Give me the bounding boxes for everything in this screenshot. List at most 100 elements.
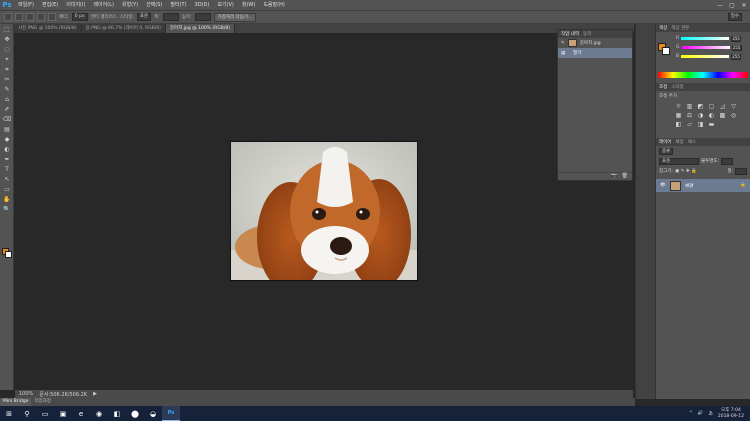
status-menu-icon[interactable]: ▶ <box>93 391 97 397</box>
taskbar-app-icon[interactable]: ◉ <box>90 406 108 421</box>
add-selection-icon[interactable] <box>26 13 34 21</box>
menu-item[interactable]: 3D(D) <box>191 0 214 10</box>
tool-icon[interactable]: 🔍 <box>2 205 12 214</box>
document-tab[interactable]: 용.PNG @ 66.7% (레이어 0, RGB/8) <box>81 24 166 33</box>
layer-kind-select[interactable]: 종류 <box>659 147 674 155</box>
tool-icon[interactable]: ⌂ <box>2 95 12 104</box>
tab-swatches[interactable]: 색상 견본 <box>671 25 689 31</box>
layer-row[interactable]: 👁 배경 🔒 <box>656 179 750 192</box>
camera-icon[interactable]: 📷 <box>611 173 617 180</box>
adjustment-icon[interactable]: ◧ <box>674 121 683 128</box>
puppy-photo[interactable] <box>230 141 418 281</box>
tab-adjustments[interactable]: 조정 <box>659 84 667 90</box>
adjustment-icon[interactable]: ▱ <box>685 121 694 128</box>
opacity-input[interactable] <box>721 157 734 165</box>
menu-item[interactable]: 필터(T) <box>166 0 190 10</box>
tool-icon[interactable]: ◆ <box>2 135 12 144</box>
layer-name[interactable]: 배경 <box>685 183 693 189</box>
trash-icon[interactable]: 🗑 <box>622 173 628 180</box>
taskbar-app-icon[interactable]: Ps <box>162 406 180 421</box>
menu-item[interactable]: 레이어(L) <box>89 0 118 10</box>
adjustment-icon[interactable]: ☼ <box>674 103 683 110</box>
ime-icon[interactable]: あ <box>708 411 713 417</box>
adjustment-icon[interactable]: ⚖ <box>685 112 694 119</box>
tool-icon[interactable]: ✂ <box>2 75 12 84</box>
adjustment-icon[interactable]: ◨ <box>696 121 705 128</box>
tool-icon[interactable]: ✥ <box>2 35 12 44</box>
fill-input[interactable] <box>735 167 747 175</box>
channel-slider[interactable] <box>681 55 730 58</box>
channel-value[interactable]: 255 <box>731 53 742 60</box>
tab-actions[interactable]: 동작 <box>583 31 591 37</box>
mini-bridge-tab[interactable]: Mini Bridge <box>0 398 32 406</box>
tab-channels[interactable]: 채널 <box>675 139 683 145</box>
history-item[interactable]: ▤ 열기 <box>558 48 632 58</box>
minimize-icon[interactable]: — <box>714 2 726 9</box>
channel-slider[interactable] <box>681 37 730 40</box>
background-color-swatch[interactable] <box>5 251 12 258</box>
taskbar-app-icon[interactable]: ⚲ <box>18 406 36 421</box>
brush-source-icon[interactable]: ✎ <box>561 41 565 46</box>
intersect-selection-icon[interactable] <box>48 13 56 21</box>
width-input[interactable] <box>162 13 179 21</box>
adjustment-icon[interactable]: ▢ <box>707 103 716 110</box>
color-panel-background[interactable] <box>662 47 670 55</box>
tool-icon[interactable]: ⌖ <box>2 55 12 64</box>
adjustment-icon[interactable]: ▽ <box>729 103 738 110</box>
menu-item[interactable]: 창(W) <box>238 0 259 10</box>
adjustment-icon[interactable]: ◑ <box>696 112 705 119</box>
subtract-selection-icon[interactable] <box>37 13 45 21</box>
workspace-select[interactable]: 필수 <box>727 13 742 21</box>
tool-icon[interactable]: ▭ <box>2 185 12 194</box>
document-tab[interactable]: 강아지.jpg @ 100% (RGB/8) <box>165 24 235 33</box>
tray-expand-icon[interactable]: ^ <box>689 411 693 416</box>
tool-icon[interactable]: ▤ <box>2 125 12 134</box>
menu-item[interactable]: 파일(F) <box>14 0 38 10</box>
maximize-icon[interactable]: ▢ <box>726 2 738 9</box>
adjustment-icon[interactable]: ◐ <box>707 112 716 119</box>
clock[interactable]: 오후 7:04 2018-09-12 <box>718 408 744 419</box>
adjustment-icon[interactable]: ▦ <box>674 112 683 119</box>
adjustment-icon[interactable]: ◎ <box>729 112 738 119</box>
marquee-preset-icon[interactable] <box>4 13 12 21</box>
height-input[interactable] <box>194 13 211 21</box>
tab-color[interactable]: 색상 <box>659 25 667 31</box>
volume-icon[interactable]: 🔊 <box>698 411 704 416</box>
tab-layers[interactable]: 레이어 <box>659 139 671 145</box>
taskbar-app-icon[interactable]: ⊞ <box>0 406 18 421</box>
tool-icon[interactable]: ⌫ <box>2 115 12 124</box>
taskbar-app-icon[interactable]: e <box>72 406 90 421</box>
menu-item[interactable]: 편집(E) <box>38 0 62 10</box>
tool-icon[interactable]: ↖ <box>2 175 12 184</box>
history-snapshot[interactable]: ✎ 강아지.jpg <box>558 38 632 48</box>
tool-icon[interactable]: T <box>2 165 12 174</box>
channel-slider[interactable] <box>681 46 730 49</box>
channel-value[interactable]: 255 <box>731 35 742 42</box>
document-tab[interactable]: 사진.PNG @ 100% (RGB/8) <box>14 24 82 33</box>
lock-icons[interactable]: ▣ ✎ ✥ 🔒 <box>675 169 697 174</box>
tool-icon[interactable]: ◌ <box>2 45 12 54</box>
menu-item[interactable]: 이미지(I) <box>62 0 89 10</box>
adjustment-icon[interactable]: ▬ <box>707 121 716 128</box>
adjustment-icon[interactable]: ◿ <box>718 103 727 110</box>
tab-paths[interactable]: 패스 <box>688 139 696 145</box>
color-spectrum-bar[interactable] <box>658 72 748 78</box>
tool-icon[interactable]: ⬚ <box>2 25 12 34</box>
tool-icon[interactable]: ✋ <box>2 195 12 204</box>
visibility-eye-icon[interactable]: 👁 <box>660 183 666 188</box>
tool-icon[interactable]: ⌗ <box>2 65 12 74</box>
timeline-tab[interactable]: 작업과정 <box>31 398 54 406</box>
adjustment-icon[interactable]: ▩ <box>718 112 727 119</box>
menu-item[interactable]: 유형(Y) <box>118 0 142 10</box>
close-icon[interactable]: ✕ <box>738 2 750 9</box>
tool-icon[interactable]: ✎ <box>2 85 12 94</box>
taskbar-app-icon[interactable]: ◒ <box>144 406 162 421</box>
menu-item[interactable]: 도움말(H) <box>259 0 288 10</box>
channel-value[interactable]: 255 <box>731 44 742 51</box>
tab-styles[interactable]: 스타일 <box>671 84 683 90</box>
refine-edge-button[interactable]: 가장자리 다듬기... <box>213 12 257 22</box>
menu-item[interactable]: 선택(S) <box>142 0 166 10</box>
taskbar-app-icon[interactable]: ▭ <box>36 406 54 421</box>
zoom-level[interactable]: 100% <box>19 391 33 397</box>
tool-icon[interactable]: ✒ <box>2 155 12 164</box>
